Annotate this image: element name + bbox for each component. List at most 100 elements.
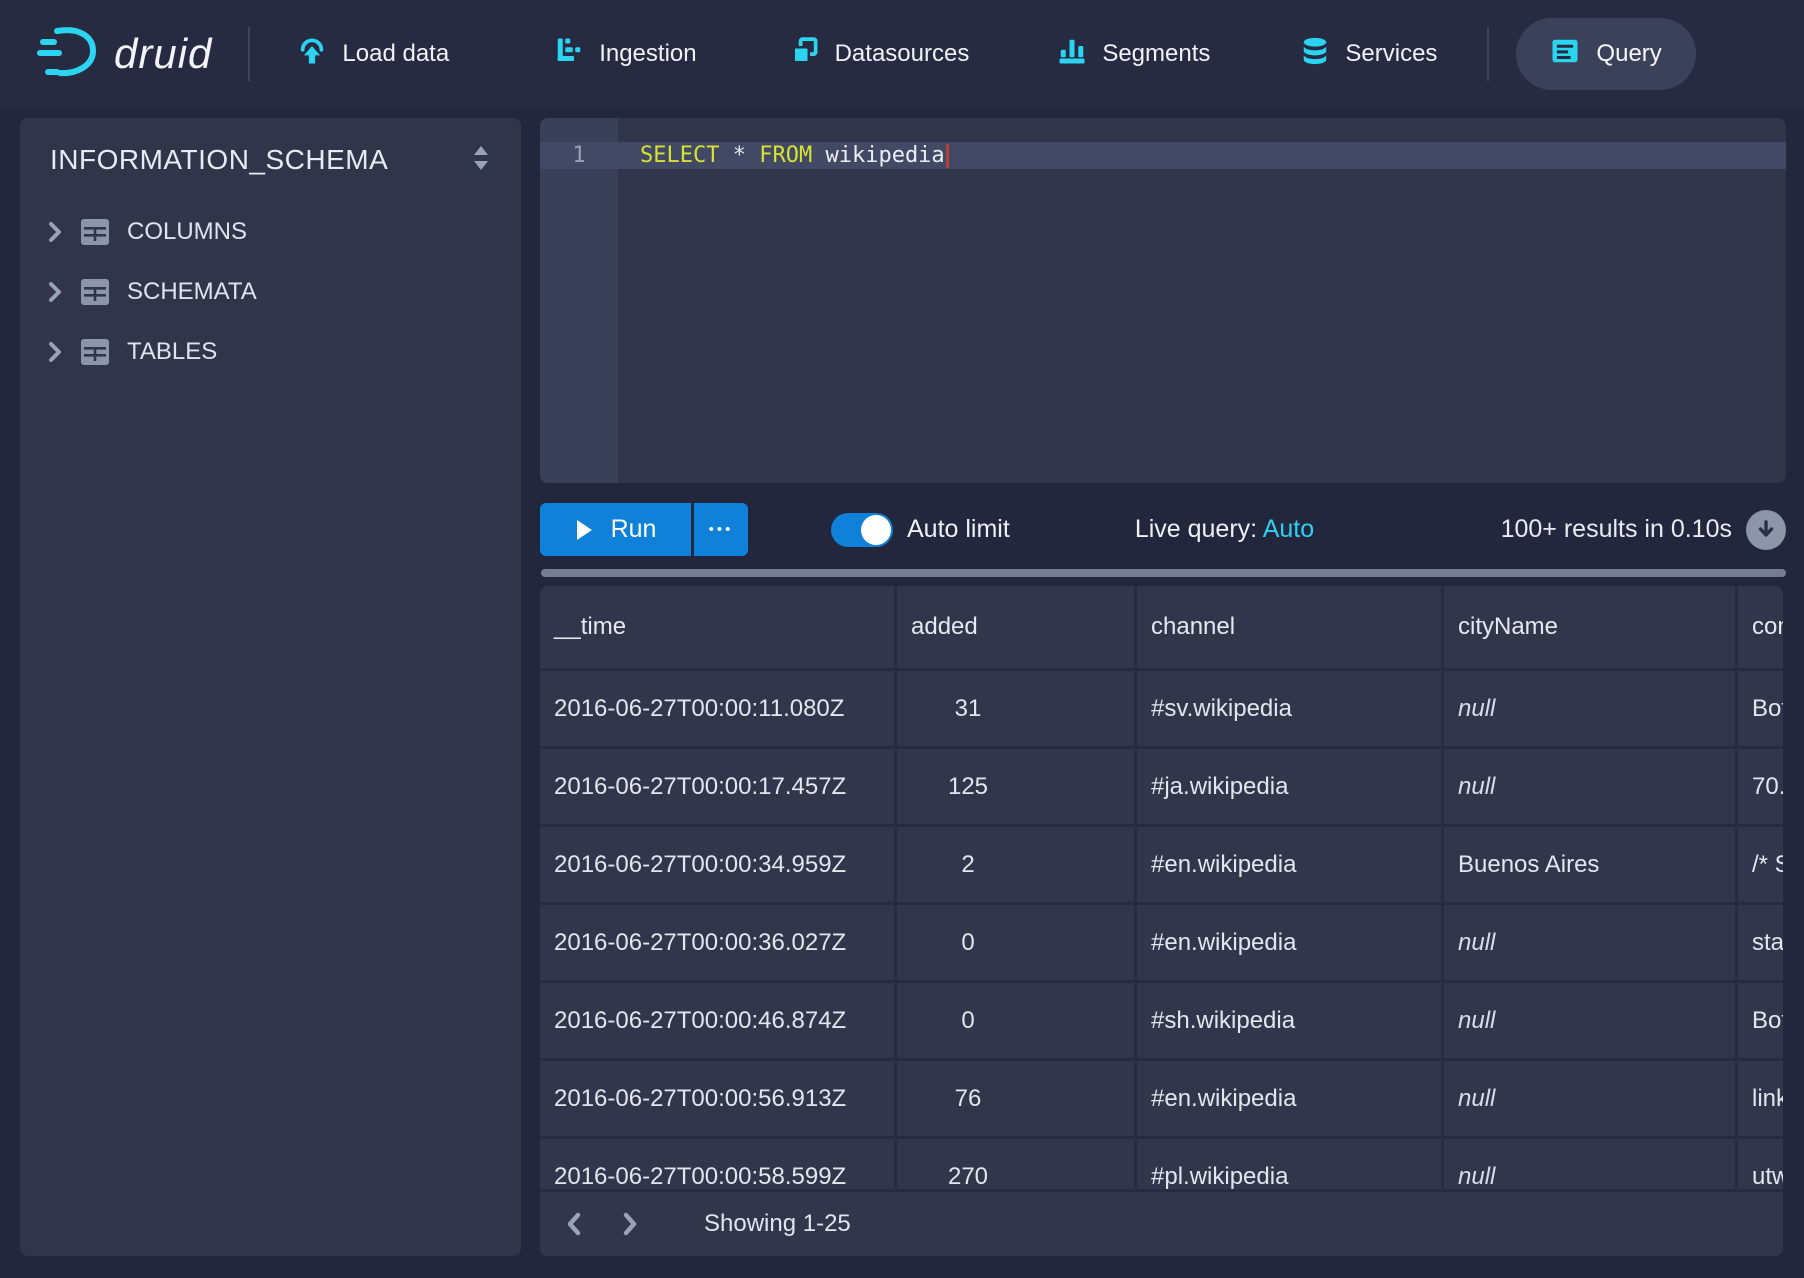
editor-gutter <box>540 118 618 483</box>
table-row: 2016-06-27T00:00:11.080Z31#sv.wikipedian… <box>540 671 1783 749</box>
table-cell[interactable]: null <box>1444 1061 1738 1136</box>
auto-limit-label: Auto limit <box>907 515 1010 544</box>
tree-item-tables[interactable]: TABLES <box>20 322 521 382</box>
top-navbar: druid Load data Ing <box>0 0 1804 108</box>
table-cell[interactable]: #en.wikipedia <box>1137 827 1444 902</box>
results-summary: 100+ results in 0.10s <box>1501 515 1732 544</box>
live-query-value-link[interactable]: Auto <box>1263 515 1314 543</box>
table-cell[interactable]: null <box>1444 671 1738 746</box>
table-cell[interactable]: #sh.wikipedia <box>1137 983 1444 1058</box>
showing-label: Showing 1-25 <box>704 1210 851 1238</box>
table-cell[interactable]: 2016-06-27T00:00:46.874Z <box>540 983 897 1058</box>
chevron-right-icon <box>43 220 67 244</box>
table-cell[interactable]: #en.wikipedia <box>1137 905 1444 980</box>
nav-item-datasources[interactable]: Datasources <box>790 36 970 73</box>
table-icon <box>80 338 110 366</box>
table-cell[interactable]: /* S <box>1738 827 1783 902</box>
table-cell[interactable]: 125 <box>897 749 1137 824</box>
query-run-bar: Run ••• Auto limit Live query: Auto 100+… <box>540 503 1786 556</box>
table-icon <box>80 278 110 306</box>
table-cell[interactable]: 2016-06-27T00:00:56.913Z <box>540 1061 897 1136</box>
toggle-knob <box>861 515 891 545</box>
segments-icon <box>1057 36 1087 73</box>
nav-item-ingestion[interactable]: Ingestion <box>554 36 696 73</box>
nav-item-load-data[interactable]: Load data <box>297 36 449 73</box>
nav-item-label: Ingestion <box>599 40 696 68</box>
results-horizontal-scrollbar[interactable] <box>541 569 1786 577</box>
column-header-__time[interactable]: __time <box>540 586 897 668</box>
column-header-channel[interactable]: channel <box>1137 586 1444 668</box>
download-results-button[interactable] <box>1746 510 1786 550</box>
table-cell[interactable]: #sv.wikipedia <box>1137 671 1444 746</box>
druid-logo-text: druid <box>114 30 212 78</box>
column-header-added[interactable]: added <box>897 586 1137 668</box>
sql-query-text: SELECT * FROM wikipedia <box>640 143 949 168</box>
previous-page-button[interactable] <box>562 1211 588 1237</box>
results-header-row: __timeaddedchannelcityNamecomment <box>540 586 1783 671</box>
table-cell[interactable]: Bot <box>1738 983 1783 1058</box>
tree-item-columns[interactable]: COLUMNS <box>20 202 521 262</box>
table-cell[interactable]: #en.wikipedia <box>1137 1061 1444 1136</box>
load-data-icon <box>297 36 327 73</box>
schema-sidebar: INFORMATION_SCHEMA COLUMNS <box>20 118 521 1256</box>
table-cell[interactable]: 70. <box>1738 749 1783 824</box>
nav-item-label: Load data <box>342 40 449 68</box>
navbar-divider <box>1487 27 1489 81</box>
text-cursor <box>946 144 949 168</box>
table-row: 2016-06-27T00:00:36.027Z0#en.wikipedianu… <box>540 905 1783 983</box>
next-page-button[interactable] <box>616 1211 642 1237</box>
table-cell[interactable]: null <box>1444 749 1738 824</box>
table-cell[interactable]: 31 <box>897 671 1137 746</box>
table-cell[interactable]: null <box>1444 905 1738 980</box>
services-icon <box>1300 36 1330 73</box>
table-cell[interactable]: 2016-06-27T00:00:34.959Z <box>540 827 897 902</box>
navbar-divider <box>248 27 250 81</box>
table-cell[interactable]: null <box>1444 983 1738 1058</box>
table-cell[interactable]: sta <box>1738 905 1783 980</box>
run-button[interactable]: Run <box>540 503 691 556</box>
table-cell[interactable]: 76 <box>897 1061 1137 1136</box>
column-header-comment[interactable]: comment <box>1738 586 1783 668</box>
druid-logo-icon <box>36 20 100 89</box>
table-cell[interactable]: 2 <box>897 827 1137 902</box>
table-cell[interactable]: 2016-06-27T00:00:11.080Z <box>540 671 897 746</box>
datasources-icon <box>790 36 820 73</box>
nav-item-label: Datasources <box>835 40 970 68</box>
druid-console: druid Load data Ing <box>0 0 1804 1278</box>
nav-item-label: Services <box>1345 40 1437 68</box>
table-cell[interactable]: 2016-06-27T00:00:36.027Z <box>540 905 897 980</box>
table-row: 2016-06-27T00:00:46.874Z0#sh.wikipedianu… <box>540 983 1783 1061</box>
nav-item-query-active[interactable]: Query <box>1516 18 1695 90</box>
nav-item-services[interactable]: Services <box>1300 36 1437 73</box>
run-button-label: Run <box>611 515 657 544</box>
tree-item-schemata[interactable]: SCHEMATA <box>20 262 521 322</box>
table-cell[interactable]: 0 <box>897 983 1137 1058</box>
run-more-button[interactable]: ••• <box>691 503 748 556</box>
druid-logo[interactable]: druid <box>36 20 212 89</box>
results-body: 2016-06-27T00:00:11.080Z31#sv.wikipedian… <box>540 671 1783 1217</box>
table-cell[interactable]: #ja.wikipedia <box>1137 749 1444 824</box>
column-header-cityName[interactable]: cityName <box>1444 586 1738 668</box>
chevron-right-icon <box>43 280 67 304</box>
table-cell[interactable]: Buenos Aires <box>1444 827 1738 902</box>
table-cell[interactable]: 0 <box>897 905 1137 980</box>
double-caret-icon <box>469 143 493 178</box>
chevron-right-icon <box>616 1211 642 1237</box>
nav-item-segments[interactable]: Segments <box>1057 36 1210 73</box>
query-results-panel: __timeaddedchannelcityNamecomment 2016-0… <box>540 586 1783 1256</box>
results-info: 100+ results in 0.10s <box>1501 510 1786 550</box>
nav-item-label: Segments <box>1102 40 1210 68</box>
table-cell[interactable]: Bot <box>1738 671 1783 746</box>
tree-item-label: SCHEMATA <box>127 278 257 306</box>
play-icon <box>575 519 593 541</box>
sql-editor[interactable]: 1 SELECT * FROM wikipedia <box>540 118 1786 483</box>
table-row: 2016-06-27T00:00:56.913Z76#en.wikipedian… <box>540 1061 1783 1139</box>
table-cell[interactable]: link <box>1738 1061 1783 1136</box>
tree-item-label: COLUMNS <box>127 218 247 246</box>
table-cell[interactable]: 2016-06-27T00:00:17.457Z <box>540 749 897 824</box>
nav-item-label: Query <box>1596 40 1661 68</box>
auto-limit-toggle[interactable] <box>831 513 893 547</box>
chevron-right-icon <box>43 340 67 364</box>
schema-selector[interactable]: INFORMATION_SCHEMA <box>20 118 521 202</box>
more-dots-icon: ••• <box>709 521 734 538</box>
